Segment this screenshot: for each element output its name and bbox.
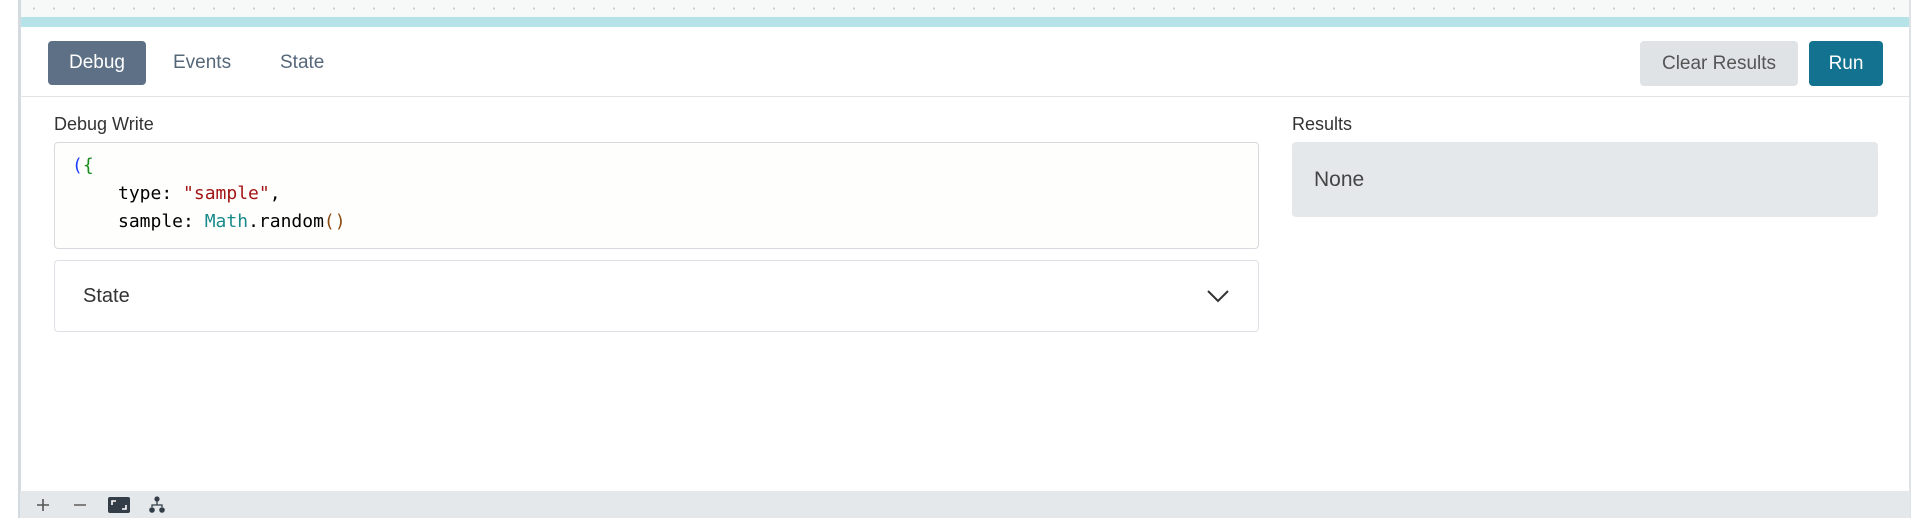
tab-state[interactable]: State <box>280 41 324 85</box>
code-method: .random <box>248 211 324 232</box>
hierarchy-icon[interactable] <box>148 496 166 514</box>
panel-left-border <box>18 0 21 518</box>
code-key: sample: <box>118 211 205 232</box>
chevron-down-icon <box>1207 290 1229 303</box>
results-box: None <box>1292 142 1878 217</box>
results-label: Results <box>1292 114 1353 134</box>
code-object: Math <box>204 211 249 232</box>
panel-top-strip <box>20 17 1910 27</box>
code-parens: () <box>323 211 346 232</box>
code-comma: , <box>269 183 281 204</box>
toolbar-divider <box>20 96 1910 97</box>
tab-events[interactable]: Events <box>173 41 231 85</box>
state-accordion[interactable]: State <box>54 260 1259 332</box>
zoom-in-icon[interactable] <box>35 496 51 514</box>
panel-right-border <box>1909 0 1911 518</box>
code-line: type: "sample", <box>72 180 1241 208</box>
code-key: type: <box>118 183 184 204</box>
state-accordion-label: State <box>83 284 130 307</box>
code-line: sample: Math.random() <box>72 208 1241 236</box>
results-value: None <box>1314 167 1365 191</box>
code-brace: { <box>82 155 94 176</box>
tab-debug[interactable]: Debug <box>48 41 146 85</box>
debug-write-editor[interactable]: ({ type: "sample", sample: Math.random() <box>54 142 1259 249</box>
code-string: "sample" <box>183 183 270 204</box>
debug-write-label: Debug Write <box>54 114 154 134</box>
clear-results-button[interactable]: Clear Results <box>1640 41 1798 86</box>
code-paren: ( <box>72 155 83 176</box>
run-button[interactable]: Run <box>1809 41 1883 86</box>
zoom-out-icon[interactable] <box>72 496 88 514</box>
fit-screen-icon[interactable] <box>107 496 131 514</box>
code-line: ({ <box>72 152 1241 180</box>
canvas-controls-bar <box>20 491 1910 518</box>
canvas-grid <box>20 0 1910 17</box>
